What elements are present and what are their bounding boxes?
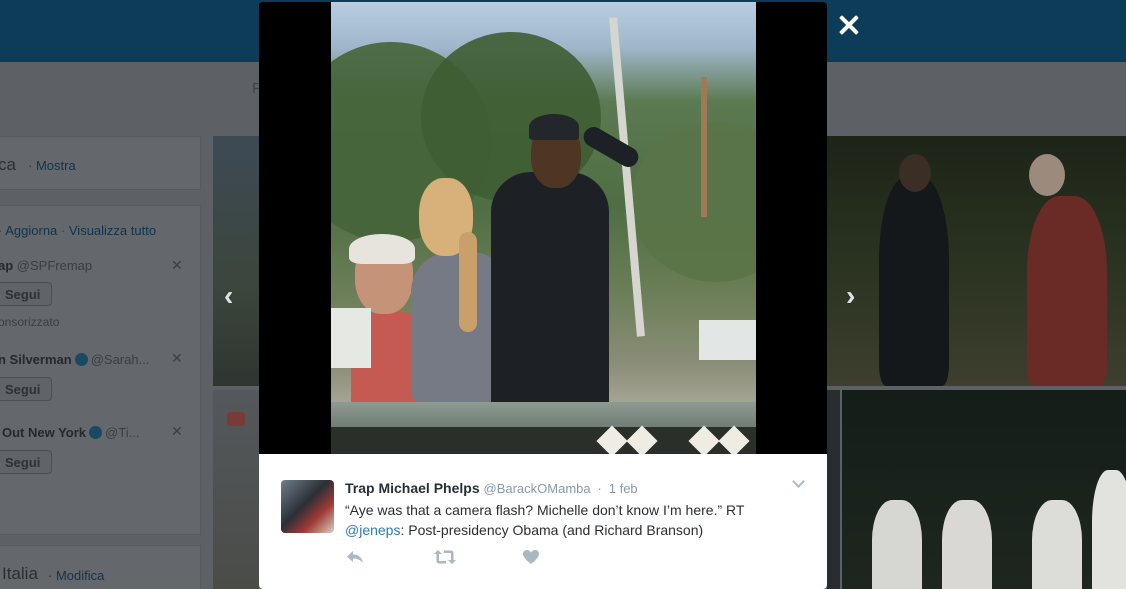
suggestion-row: Out New York @Ti... <box>2 425 140 440</box>
search-show-link[interactable]: · Mostra <box>28 158 76 173</box>
follow-button[interactable]: Segui <box>0 377 52 401</box>
background-photo[interactable] <box>213 136 259 386</box>
previous-arrow-icon[interactable]: ‹ <box>224 280 233 312</box>
tweet-author-handle[interactable]: @BarackOMamba <box>484 481 591 496</box>
verified-icon <box>89 426 103 439</box>
verified-icon <box>74 353 88 366</box>
retweet-icon[interactable] <box>433 549 457 565</box>
close-icon[interactable] <box>836 12 862 38</box>
refresh-link[interactable]: Aggiorna <box>5 223 57 238</box>
tweet-timestamp[interactable]: 1 feb <box>609 481 638 496</box>
view-all-link[interactable]: Visualizza tutto <box>69 223 156 238</box>
suggestion-row: n Silverman @Sarah... <box>0 352 150 367</box>
tweet-header: Trap Michael Phelps @BarackOMamba · 1 fe… <box>345 480 638 496</box>
heart-icon[interactable] <box>522 549 540 565</box>
suggestion-row: ap @SPFremap <box>0 258 93 273</box>
background-photo <box>827 390 840 589</box>
tweet-text: “Aye was that a camera flash? Michelle d… <box>345 502 745 538</box>
next-arrow-icon[interactable]: › <box>846 280 855 312</box>
background-photo[interactable] <box>842 390 1126 589</box>
trends-edit-link[interactable]: · Modifica <box>48 568 104 583</box>
background-photo[interactable] <box>827 136 1126 386</box>
reply-icon[interactable] <box>345 549 365 565</box>
suggestions-links: · Aggiorna · Visualizza tutto <box>0 223 157 238</box>
dismiss-suggestion-icon[interactable]: ✕ <box>171 350 183 367</box>
dismiss-suggestion-icon[interactable]: ✕ <box>171 423 183 440</box>
tweet-separator: · <box>597 481 602 496</box>
search-card-title: ca <box>0 155 16 174</box>
mention-link[interactable]: @jeneps <box>345 522 400 538</box>
trends-title: Italia <box>2 564 38 583</box>
dismiss-suggestion-icon[interactable]: ✕ <box>171 257 183 274</box>
follow-button[interactable]: Segui <box>0 450 52 474</box>
avatar[interactable] <box>281 480 334 533</box>
tweet-photo[interactable] <box>331 2 756 454</box>
tweet-author-name[interactable]: Trap Michael Phelps <box>345 480 480 496</box>
tweet-panel: Trap Michael Phelps @BarackOMamba · 1 fe… <box>259 454 827 589</box>
who-to-follow-card <box>0 205 201 535</box>
chevron-down-icon[interactable] <box>791 476 805 490</box>
promoted-label: onsorizzato <box>0 315 60 329</box>
follow-button[interactable]: Segui <box>0 282 52 306</box>
media-lightbox: Trap Michael Phelps @BarackOMamba · 1 fe… <box>259 2 827 589</box>
background-photo[interactable] <box>213 390 259 589</box>
